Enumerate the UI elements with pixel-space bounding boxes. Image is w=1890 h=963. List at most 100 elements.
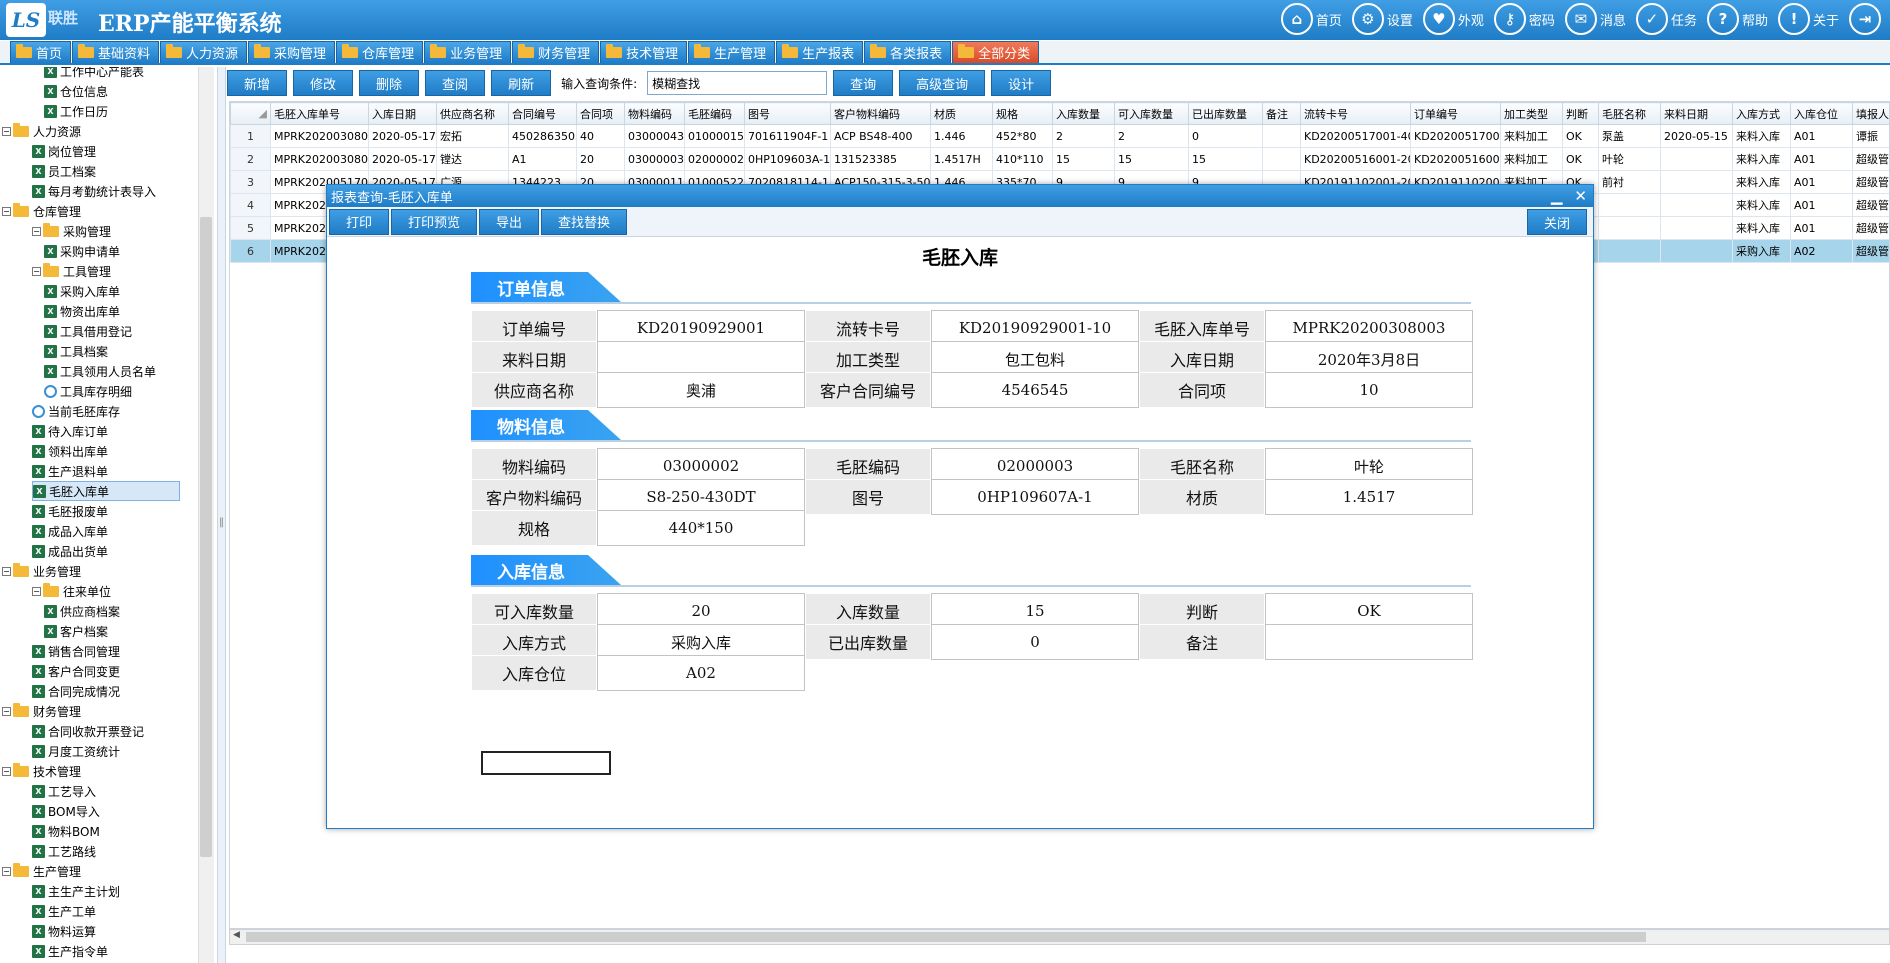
sidebar-item[interactable]: X 成品入库单 (32, 521, 108, 541)
grid-corner[interactable]: ◢ (230, 102, 271, 125)
grid-column-header[interactable]: 规格 (992, 102, 1053, 125)
grid-hscroll-thumb[interactable] (246, 932, 1646, 942)
sidebar-item[interactable]: X 工具领用人员名单 (44, 361, 156, 381)
toolbar-button-1[interactable]: 修改 (293, 70, 354, 96)
grid-column-header[interactable]: 入库方式 (1732, 102, 1791, 125)
tab-9[interactable]: 生产报表 (776, 41, 864, 63)
sidebar-item[interactable]: X 工作中心产能表 (44, 67, 144, 81)
grid-hscrollbar[interactable]: ◀ (229, 929, 1890, 945)
header-action-5[interactable]: ✓ 任务 (1635, 3, 1697, 35)
sidebar-item[interactable]: X 物料BOM (32, 821, 100, 841)
field-value[interactable]: 10 (1265, 372, 1473, 408)
header-action-6[interactable]: ? 帮助 (1706, 3, 1768, 35)
sidebar-item[interactable]: X 客户合同变更 (32, 661, 120, 681)
grid-column-header[interactable]: 物料编码 (624, 102, 685, 125)
sidebar-item[interactable]: X 员工档案 (32, 161, 96, 181)
collapse-toggle-icon[interactable]: − (2, 866, 11, 876)
sidebar-item[interactable]: 工具库存明细 (44, 381, 132, 401)
sidebar-item[interactable]: − 业务管理 (2, 561, 81, 581)
row-number[interactable]: 1 (230, 124, 271, 148)
grid-column-header[interactable]: 填报人 (1852, 102, 1889, 125)
header-action-4[interactable]: ✉ 消息 (1564, 3, 1626, 35)
dialog-tool-button-0[interactable]: 打印 (329, 208, 390, 235)
tab-10[interactable]: 各类报表 (864, 41, 952, 63)
dialog-tool-button-1[interactable]: 打印预览 (391, 208, 478, 235)
grid-column-header[interactable]: 图号 (744, 102, 831, 125)
grid-column-header[interactable]: 毛胚入库单号 (270, 102, 369, 125)
sidebar-item[interactable]: X 毛胚入库单 (32, 481, 180, 501)
header-action-8[interactable]: ⇥ (1849, 3, 1884, 35)
tab-1[interactable]: 基础资料 (72, 41, 160, 63)
sidebar-item[interactable]: X 客户档案 (44, 621, 108, 641)
collapse-toggle-icon[interactable]: − (2, 126, 11, 136)
sidebar-item[interactable]: X 待入库订单 (32, 421, 108, 441)
scroll-left-icon[interactable]: ◀ (233, 930, 240, 940)
header-action-3[interactable]: ⚷ 密码 (1493, 3, 1555, 35)
sidebar-item[interactable]: X 月度工资统计 (32, 741, 120, 761)
sidebar-item[interactable]: 当前毛胚库存 (32, 401, 120, 421)
sidebar-item[interactable]: X 合同收款开票登记 (32, 721, 144, 741)
sidebar-item[interactable]: − 技术管理 (2, 761, 81, 781)
grid-column-header[interactable]: 入库仓位 (1790, 102, 1853, 125)
tab-5[interactable]: 业务管理 (424, 41, 512, 63)
tab-8[interactable]: 生产管理 (688, 41, 776, 63)
grid-column-header[interactable]: 加工类型 (1500, 102, 1563, 125)
grid-column-header[interactable]: 供应商名称 (436, 102, 509, 125)
grid-column-header[interactable]: 毛胚编码 (684, 102, 745, 125)
sidebar-item[interactable]: X 毛胚报废单 (32, 501, 108, 521)
sidebar-item[interactable]: X 生产退料单 (32, 461, 108, 481)
sidebar-item[interactable]: X 工具借用登记 (44, 321, 132, 341)
grid-column-header[interactable]: 已出库数量 (1188, 102, 1263, 125)
minimize-icon[interactable]: ▁ (1551, 185, 1563, 207)
sidebar-item[interactable]: X BOM导入 (32, 801, 100, 821)
sidebar-item[interactable]: X 工艺导入 (32, 781, 96, 801)
table-row[interactable]: 1MPRK202003080022020-05-17宏拓450286350340… (230, 124, 1889, 148)
sidebar-item[interactable]: X 每月考勤统计表导入 (32, 181, 156, 201)
field-value[interactable]: 4546545 (931, 372, 1139, 408)
sidebar-item[interactable]: X 物资出库单 (44, 301, 120, 321)
grid-column-header[interactable]: 备注 (1262, 102, 1301, 125)
collapse-toggle-icon[interactable]: − (2, 766, 11, 776)
toolbar-button-4[interactable]: 刷新 (491, 70, 552, 96)
header-action-1[interactable]: ⚙ 设置 (1351, 3, 1413, 35)
sidebar-item[interactable]: X 主生产主计划 (32, 881, 120, 901)
row-number[interactable]: 5 (230, 216, 271, 240)
collapse-toggle-icon[interactable]: − (32, 586, 41, 596)
sidebar-item[interactable]: X 合同完成情况 (32, 681, 120, 701)
grid-column-header[interactable]: 材质 (930, 102, 993, 125)
sidebar-item[interactable]: X 岗位管理 (32, 141, 96, 161)
sidebar-item[interactable]: X 采购入库单 (44, 281, 120, 301)
sidebar-item[interactable]: − 工具管理 (32, 261, 111, 281)
grid-column-header[interactable]: 判断 (1562, 102, 1599, 125)
tab-0[interactable]: 首页 (10, 41, 72, 63)
sidebar-item[interactable]: X 生产指令单 (32, 941, 108, 961)
sidebar-item[interactable]: X 仓位信息 (44, 81, 108, 101)
toolbar-button2-0[interactable]: 查询 (833, 70, 894, 96)
grid-column-header[interactable]: 合同编号 (508, 102, 577, 125)
focus-cell[interactable] (481, 751, 611, 775)
tab-11[interactable]: 全部分类 (952, 41, 1040, 63)
row-number[interactable]: 6 (230, 239, 271, 263)
header-action-7[interactable]: ! 关于 (1777, 3, 1839, 35)
field-value[interactable]: 0HP109607A-1 (931, 479, 1139, 515)
tab-2[interactable]: 人力资源 (160, 41, 248, 63)
sidebar-item[interactable]: − 财务管理 (2, 701, 81, 721)
sidebar-item[interactable]: X 成品出货单 (32, 541, 108, 561)
grid-column-header[interactable]: 毛胚名称 (1598, 102, 1661, 125)
field-value[interactable]: 奥浦 (597, 372, 805, 408)
grid-column-header[interactable]: 订单编号 (1410, 102, 1501, 125)
collapse-toggle-icon[interactable]: − (2, 206, 11, 216)
tab-3[interactable]: 采购管理 (248, 41, 336, 63)
sidebar-item[interactable]: − 仓库管理 (2, 201, 81, 221)
sidebar-item[interactable]: X 供应商档案 (44, 601, 120, 621)
sidebar-item[interactable]: X 工作日历 (44, 101, 108, 121)
header-action-2[interactable]: ♥ 外观 (1422, 3, 1484, 35)
toolbar-button-0[interactable]: 新增 (227, 70, 288, 96)
dialog-titlebar[interactable]: 报表查询-毛胚入库单 ▁ ✕ (327, 185, 1593, 207)
collapse-toggle-icon[interactable]: − (32, 266, 41, 276)
sidebar-item[interactable]: X 销售合同管理 (32, 641, 120, 661)
sidebar-item[interactable]: − 往来单位 (32, 581, 111, 601)
sidebar-item[interactable]: X 采购申请单 (44, 241, 120, 261)
sidebar-item[interactable]: X 生产工单 (32, 901, 96, 921)
sidebar-item[interactable]: X 物料运算 (32, 921, 96, 941)
